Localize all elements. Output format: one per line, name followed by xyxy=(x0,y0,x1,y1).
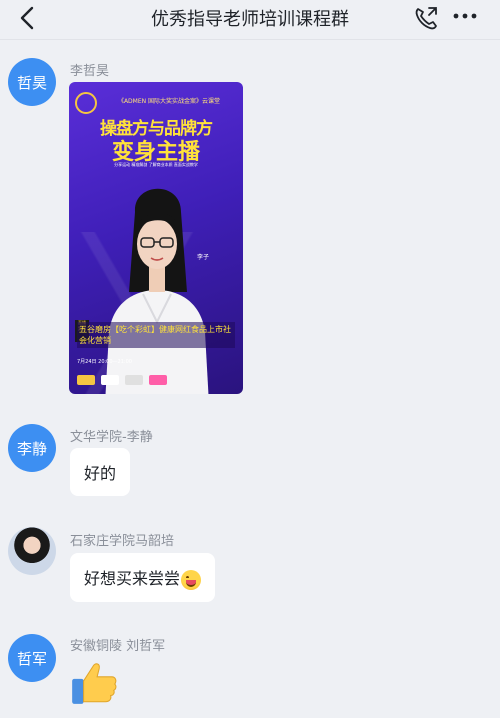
phone-call-icon[interactable] xyxy=(412,4,440,32)
sponsor-logo xyxy=(77,375,95,385)
poster-case-title: 五谷磨房【吃个彩虹】健康网红食品上市社会化营销 xyxy=(77,322,235,348)
poster-image[interactable]: 《ADMEN 国际大奖实战金案》云课堂 操盘方与品牌方 变身主播 分享运动 精准… xyxy=(69,82,243,394)
sender-name: 文华学院-李静 xyxy=(70,430,153,445)
sponsor-logo xyxy=(101,375,119,385)
sender-name: 石家庄学院马韶培 xyxy=(70,534,175,549)
avatar[interactable]: 哲军 xyxy=(8,634,56,682)
avatar[interactable]: 哲昊 xyxy=(8,58,56,106)
presenter-name: 李子 xyxy=(197,254,210,261)
chat-header: 优秀指导老师培训课程群 xyxy=(0,0,500,40)
text-bubble[interactable]: 好想买来尝尝 xyxy=(70,553,216,602)
poster-top-line: 《ADMEN 国际大奖实战金案》云课堂 xyxy=(117,98,221,105)
poster-schedule: 7月24日 20:00—21:00 xyxy=(77,359,132,365)
sponsor-logos xyxy=(77,372,235,388)
poster-tags: 分享运动 精准解剖 了解商业本质 直面实战教学 xyxy=(114,162,198,167)
sender-name: 李哲昊 xyxy=(70,64,110,79)
avatar-label: 哲军 xyxy=(16,649,47,668)
sponsor-logo xyxy=(149,375,167,385)
avatar[interactable]: 李静 xyxy=(8,424,56,472)
sponsor-logo xyxy=(125,375,143,385)
text-bubble[interactable]: 好的 xyxy=(70,448,131,496)
avatar[interactable] xyxy=(8,527,56,575)
sender-name: 安徽铜陵 刘哲军 xyxy=(70,639,166,654)
smile-emoji xyxy=(181,569,202,590)
more-dots-icon[interactable] xyxy=(452,9,478,23)
thumbs-up-emoji[interactable] xyxy=(68,656,120,708)
avatar-label: 哲昊 xyxy=(16,73,47,92)
admen-logo-icon xyxy=(75,92,97,114)
message-text: 好的 xyxy=(84,464,117,483)
message-text: 好想买来尝尝 xyxy=(84,569,181,588)
avatar-label: 李静 xyxy=(16,439,47,458)
